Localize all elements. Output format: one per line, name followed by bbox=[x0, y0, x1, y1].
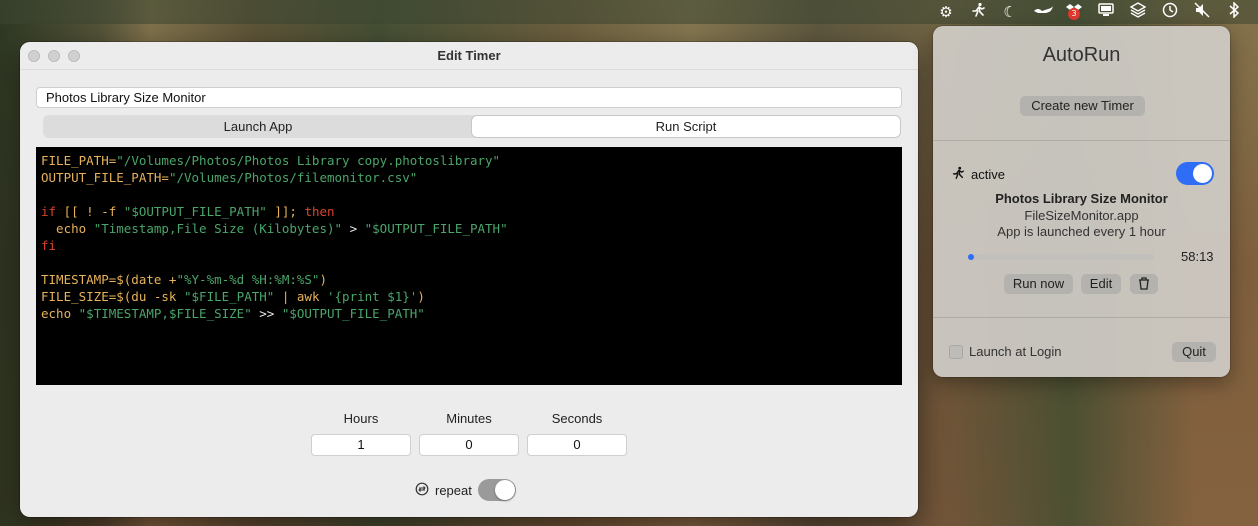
create-timer-button[interactable]: Create new Timer bbox=[1020, 96, 1145, 116]
edit-button[interactable]: Edit bbox=[1081, 274, 1121, 294]
moon-icon[interactable]: ☾ bbox=[1000, 2, 1020, 22]
timer-name: Photos Library Size Monitor bbox=[995, 191, 1168, 206]
minutes-input[interactable]: 0 bbox=[419, 434, 519, 456]
countdown: 58:13 bbox=[1181, 249, 1214, 264]
bluetooth-icon[interactable] bbox=[1224, 1, 1244, 22]
window-title: Edit Timer bbox=[437, 48, 501, 63]
script-editor[interactable]: FILE_PATH="/Volumes/Photos/Photos Librar… bbox=[36, 147, 902, 385]
run-now-button[interactable]: Run now bbox=[1004, 274, 1073, 294]
code-token: [[ ! -f bbox=[56, 204, 124, 219]
progress-fill bbox=[968, 254, 974, 260]
panel-title: AutoRun bbox=[1042, 44, 1121, 66]
toggle-knob bbox=[1193, 164, 1212, 183]
divider bbox=[933, 317, 1230, 318]
code-token: "%Y-%m-%d %H:%M:%S" bbox=[176, 272, 320, 287]
quit-button[interactable]: Quit bbox=[1172, 342, 1216, 362]
launch-at-login-label: Launch at Login bbox=[969, 344, 1062, 359]
code-token: "$OUTPUT_FILE_PATH" bbox=[123, 204, 267, 219]
clock-icon[interactable] bbox=[1160, 2, 1180, 22]
code-token: echo bbox=[41, 306, 79, 321]
repeat-row: repeat bbox=[415, 479, 516, 501]
seconds-label: Seconds bbox=[551, 411, 603, 426]
tab-run-script[interactable]: Run Script bbox=[472, 116, 900, 137]
layers-icon[interactable] bbox=[1128, 2, 1148, 22]
code-token: ) bbox=[319, 272, 327, 287]
code-token: '{print $1}' bbox=[327, 289, 418, 304]
code-token: "$TIMESTAMP,$FILE_SIZE" bbox=[78, 306, 252, 321]
notification-badge: 3 bbox=[1068, 8, 1080, 20]
code-token: "Timestamp,File Size (Kilobytes)" bbox=[93, 221, 343, 236]
seconds-input[interactable]: 0 bbox=[527, 434, 627, 456]
runner-icon bbox=[951, 165, 965, 184]
autorun-panel: AutoRun Create new Timer active Photos L… bbox=[933, 26, 1230, 377]
mute-icon[interactable] bbox=[1192, 2, 1212, 22]
status-label: active bbox=[971, 167, 1005, 182]
menu-bar: ⚙ ☾ 3 bbox=[0, 0, 1258, 24]
timer-description: App is launched every 1 hour bbox=[997, 224, 1166, 239]
display-icon[interactable] bbox=[1096, 2, 1116, 22]
code-token: OUTPUT_FILE_PATH= bbox=[41, 170, 169, 185]
code-token: ) bbox=[417, 289, 425, 304]
repeat-toggle[interactable] bbox=[477, 479, 516, 501]
launch-at-login-row: Launch at Login bbox=[949, 344, 1062, 359]
genie-lamp-icon[interactable] bbox=[1032, 2, 1053, 22]
title-bar[interactable]: Edit Timer bbox=[20, 42, 918, 70]
dropbox-icon[interactable]: 3 bbox=[1064, 2, 1084, 22]
hours-input[interactable]: 1 bbox=[311, 434, 411, 456]
trash-icon bbox=[1138, 277, 1150, 293]
delete-button[interactable] bbox=[1130, 274, 1158, 294]
edit-timer-window: Edit Timer Photos Library Size Monitor L… bbox=[20, 42, 918, 517]
code-token: "$FILE_PATH" bbox=[184, 289, 275, 304]
code-token: TIMESTAMP=$(date + bbox=[41, 272, 177, 287]
timer-app: FileSizeMonitor.app bbox=[1024, 208, 1139, 223]
timer-name-input[interactable]: Photos Library Size Monitor bbox=[36, 87, 902, 108]
mode-segmented-control: Launch App Run Script bbox=[43, 115, 901, 138]
code-token: > bbox=[342, 221, 365, 236]
code-token: "$OUTPUT_FILE_PATH" bbox=[281, 306, 425, 321]
code-token: "/Volumes/Photos/Photos Library copy.pho… bbox=[116, 153, 501, 168]
timer-progress bbox=[968, 254, 1154, 260]
divider bbox=[933, 140, 1230, 141]
code-token: if bbox=[41, 204, 57, 219]
toggle-knob bbox=[494, 480, 515, 500]
code-token: "/Volumes/Photos/filemonitor.csv" bbox=[168, 170, 418, 185]
repeat-label: repeat bbox=[435, 482, 472, 498]
runner-icon[interactable] bbox=[968, 2, 988, 22]
code-token: "$OUTPUT_FILE_PATH" bbox=[364, 221, 508, 236]
tab-launch-app[interactable]: Launch App bbox=[44, 116, 472, 137]
code-token: fi bbox=[41, 238, 57, 253]
code-token: >> bbox=[251, 306, 282, 321]
code-token: FILE_PATH= bbox=[41, 153, 117, 168]
code-token: echo bbox=[41, 221, 94, 236]
timer-status: active bbox=[951, 165, 1005, 184]
repeat-icon bbox=[415, 482, 429, 499]
hours-label: Hours bbox=[343, 411, 379, 426]
code-token: ]]; bbox=[266, 204, 305, 219]
timer-enabled-toggle[interactable] bbox=[1176, 162, 1214, 185]
code-token: then bbox=[304, 204, 335, 219]
launch-at-login-checkbox[interactable] bbox=[949, 344, 963, 359]
minutes-label: Minutes bbox=[446, 411, 492, 426]
code-token: | awk bbox=[274, 289, 327, 304]
gear-icon[interactable]: ⚙ bbox=[936, 2, 956, 22]
code-token: FILE_SIZE=$(du -sk bbox=[41, 289, 184, 304]
